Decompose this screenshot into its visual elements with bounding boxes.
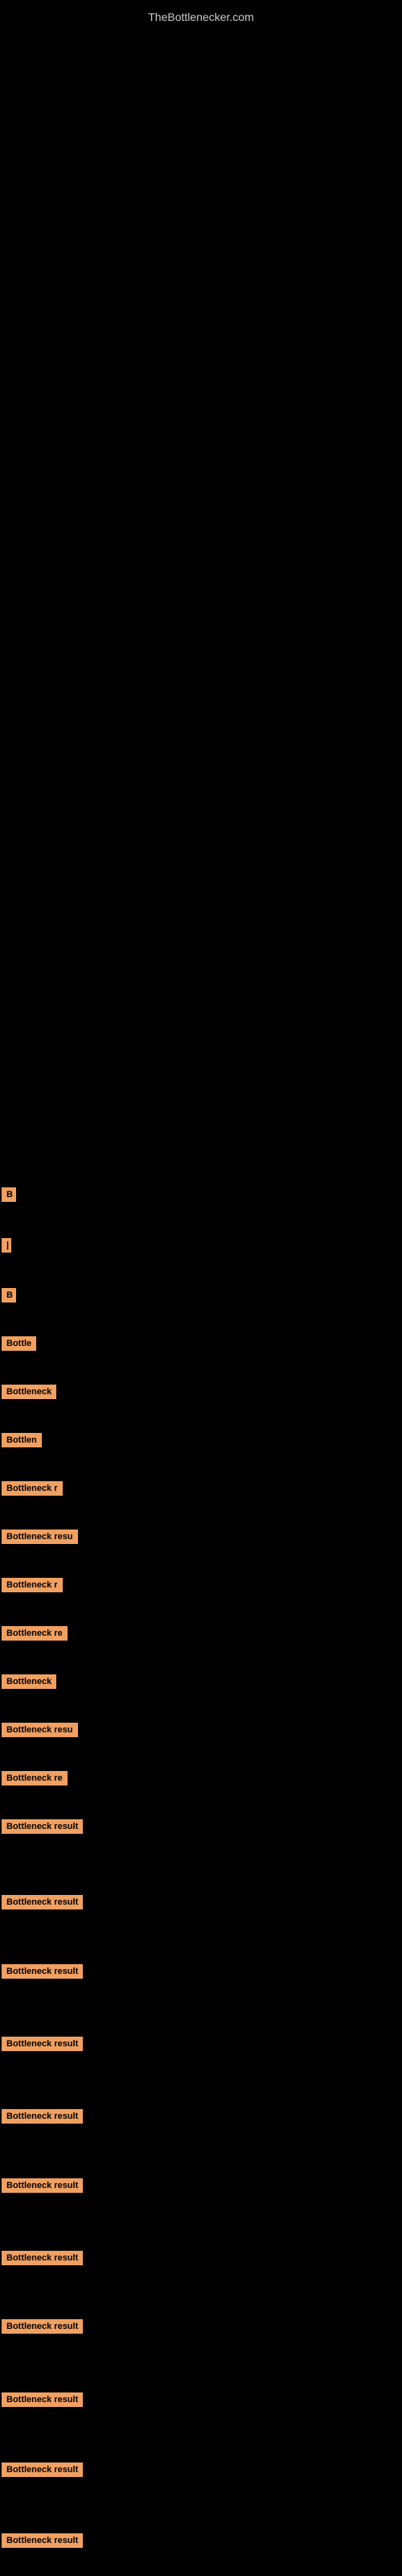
bottleneck-result-label: Bottleneck result — [2, 2319, 83, 2334]
bottleneck-result-label: Bottleneck r — [2, 1481, 63, 1496]
list-item: Bottleneck resu — [2, 1723, 78, 1741]
list-item: Bottleneck result — [2, 2251, 83, 2269]
list-item: Bottleneck r — [2, 1481, 63, 1500]
bottleneck-result-label: Bottleneck re — [2, 1626, 68, 1641]
bottleneck-result-label: B — [2, 1288, 16, 1302]
bottleneck-result-label: Bottle — [2, 1336, 36, 1351]
bottleneck-result-label: Bottleneck resu — [2, 1530, 78, 1544]
list-item: | — [2, 1238, 10, 1257]
list-item: B — [2, 1288, 16, 1307]
site-title: TheBottlenecker.com — [0, 4, 402, 30]
bottleneck-result-label: Bottleneck result — [2, 1964, 83, 1979]
list-item: Bottleneck result — [2, 1895, 83, 1913]
list-item: Bottleneck r — [2, 1578, 63, 1596]
bottleneck-result-label: Bottleneck result — [2, 1895, 83, 1909]
list-item: Bottleneck result — [2, 2037, 83, 2055]
list-item: Bottlen — [2, 1433, 42, 1451]
list-item: Bottle — [2, 1336, 36, 1355]
bottleneck-result-label: Bottleneck result — [2, 2533, 83, 2548]
list-item: Bottleneck re — [2, 1626, 68, 1645]
list-item: B — [2, 1187, 16, 1206]
list-item: Bottleneck result — [2, 2178, 83, 2197]
list-item: Bottleneck — [2, 1674, 56, 1693]
list-item: Bottleneck result — [2, 2109, 83, 2128]
bottleneck-result-label: Bottleneck resu — [2, 1723, 78, 1737]
bottleneck-result-label: Bottlen — [2, 1433, 42, 1447]
bottleneck-result-label: Bottleneck r — [2, 1578, 63, 1592]
bottleneck-result-label: Bottleneck result — [2, 2109, 83, 2124]
bottleneck-result-label: Bottleneck — [2, 1385, 56, 1399]
list-item: Bottleneck result — [2, 1819, 83, 1838]
bottleneck-result-label: B — [2, 1187, 16, 1202]
list-item: Bottleneck re — [2, 1771, 68, 1790]
list-item: Bottleneck result — [2, 1964, 83, 1983]
bottleneck-result-label: Bottleneck — [2, 1674, 56, 1689]
bottleneck-result-label: Bottleneck result — [2, 1819, 83, 1834]
list-item: Bottleneck result — [2, 2319, 83, 2338]
list-item: Bottleneck resu — [2, 1530, 78, 1548]
bottleneck-result-label: Bottleneck re — [2, 1771, 68, 1785]
list-item: Bottleneck result — [2, 2462, 83, 2481]
bottleneck-result-label: | — [2, 1238, 11, 1253]
bottleneck-result-label: Bottleneck result — [2, 2037, 83, 2051]
bottleneck-result-label: Bottleneck result — [2, 2178, 83, 2193]
list-item: Bottleneck result — [2, 2392, 83, 2411]
bottleneck-result-label: Bottleneck result — [2, 2251, 83, 2265]
bottleneck-result-label: Bottleneck result — [2, 2392, 83, 2407]
list-item: Bottleneck — [2, 1385, 56, 1403]
bottleneck-result-label: Bottleneck result — [2, 2462, 83, 2477]
list-item: Bottleneck result — [2, 2533, 83, 2552]
